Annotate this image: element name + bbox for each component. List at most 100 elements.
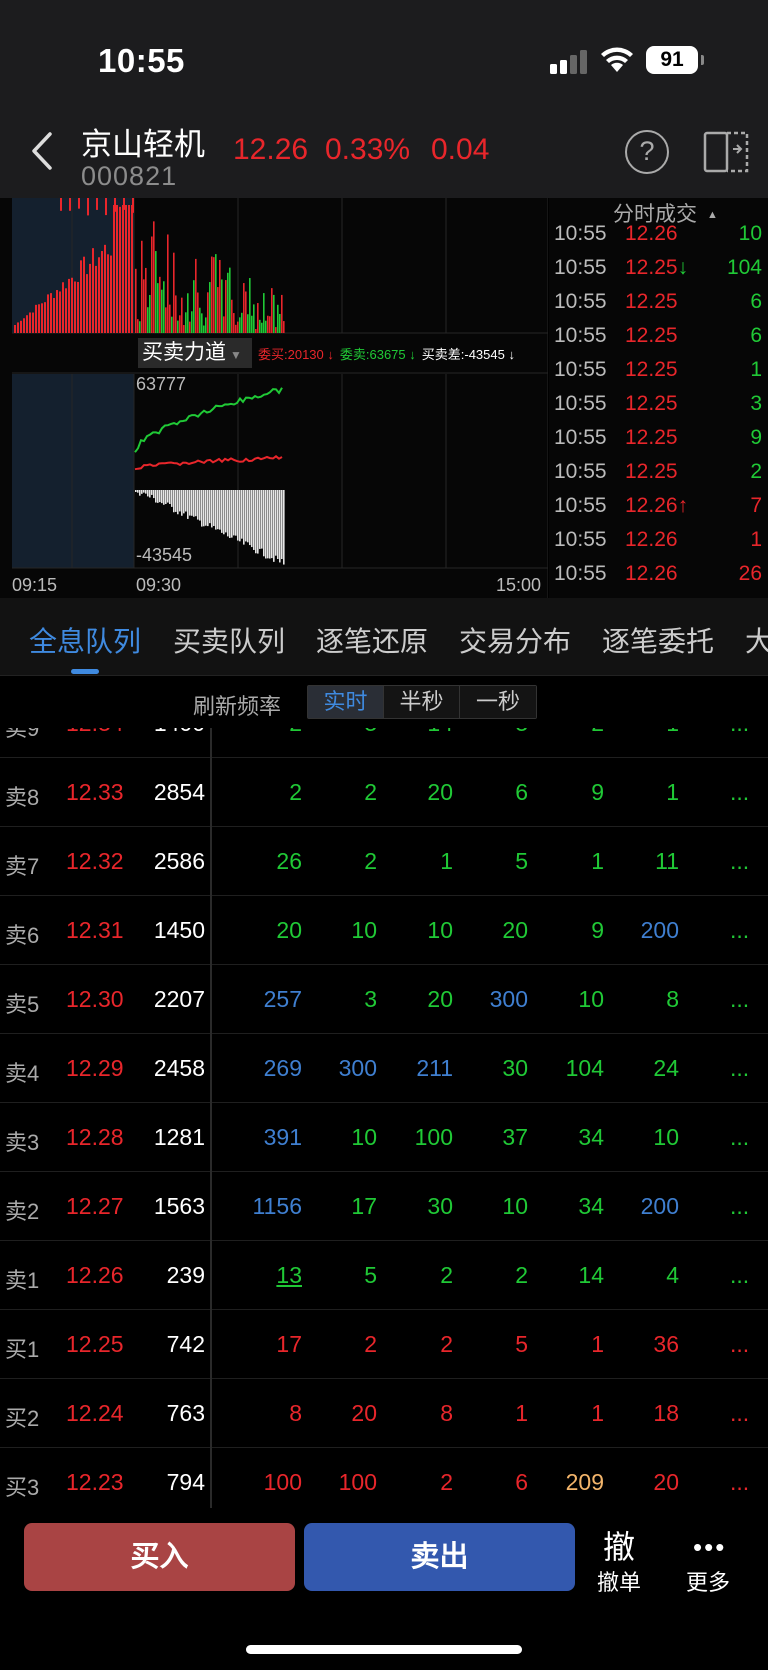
queue-order-size[interactable]: 2	[393, 1262, 453, 1289]
queue-order-size[interactable]: 8	[393, 1400, 453, 1427]
queue-order-size[interactable]: 100	[317, 1469, 377, 1496]
queue-order-size[interactable]: 26	[242, 848, 302, 875]
queue-order-size[interactable]: 10	[393, 917, 453, 944]
help-icon[interactable]: ?	[625, 130, 669, 174]
queue-order-size[interactable]: 24	[619, 1055, 679, 1082]
refresh-half-second-option[interactable]: 半秒	[384, 686, 460, 718]
queue-order-size[interactable]: 104	[544, 1055, 604, 1082]
queue-more-indicator[interactable]: ...	[730, 1055, 749, 1082]
queue-order-size[interactable]: 1	[619, 779, 679, 806]
tab-tick-orders[interactable]: 逐笔委托	[602, 620, 714, 660]
queue-row[interactable]: 卖7 12.32 2586 26 2 1 5 1 11...	[0, 827, 768, 896]
queue-order-size[interactable]: 9	[544, 917, 604, 944]
queue-order-size[interactable]: 5	[468, 848, 528, 875]
queue-order-size[interactable]: 18	[619, 1400, 679, 1427]
queue-order-size[interactable]: 2	[242, 728, 302, 737]
queue-more-indicator[interactable]: ...	[730, 1262, 749, 1289]
queue-more-indicator[interactable]: ...	[730, 917, 749, 944]
queue-row[interactable]: 卖4 12.29 2458 269 300 211 30 104 24...	[0, 1034, 768, 1103]
queue-order-size[interactable]: 20	[619, 1469, 679, 1496]
queue-order-size[interactable]: 30	[393, 1193, 453, 1220]
queue-row[interactable]: 买1 12.25 742 17 2 2 5 1 36...	[0, 1310, 768, 1379]
queue-order-size[interactable]: 30	[468, 1055, 528, 1082]
queue-order-size[interactable]: 8	[619, 986, 679, 1013]
queue-more-indicator[interactable]: ...	[730, 1469, 749, 1496]
tab-trade-distribution[interactable]: 交易分布	[459, 620, 571, 660]
queue-order-size[interactable]: 2	[393, 1331, 453, 1358]
more-label[interactable]: 更多	[686, 1565, 730, 1597]
intraday-chart[interactable]: 买卖力道 ▼ 委买:20130 ↓ 委卖:63675 ↓ 买卖差:-43545 ↓ 6…	[0, 198, 548, 598]
refresh-one-second-option[interactable]: 一秒	[460, 686, 536, 718]
queue-order-size[interactable]: 8	[242, 1400, 302, 1427]
queue-row[interactable]: 卖2 12.27 1563 1156 17 30 10 34 200...	[0, 1172, 768, 1241]
queue-order-size[interactable]: 5	[317, 1262, 377, 1289]
queue-order-size[interactable]: 3	[317, 728, 377, 737]
queue-order-size[interactable]: 1	[468, 1400, 528, 1427]
queue-order-size[interactable]: 36	[619, 1331, 679, 1358]
queue-more-indicator[interactable]: ...	[730, 986, 749, 1013]
queue-order-size[interactable]: 20	[393, 779, 453, 806]
queue-order-size[interactable]: 2	[317, 1331, 377, 1358]
queue-order-size[interactable]: 20	[242, 917, 302, 944]
buy-button[interactable]: 买入	[24, 1523, 295, 1591]
queue-order-size[interactable]: 211	[393, 1055, 453, 1082]
cancel-order-label[interactable]: 撤单	[597, 1565, 641, 1597]
queue-order-size[interactable]: 100	[393, 1124, 453, 1151]
queue-order-size[interactable]: 209	[544, 1469, 604, 1496]
queue-more-indicator[interactable]: ...	[730, 1124, 749, 1151]
queue-order-size[interactable]: 13	[242, 1262, 302, 1289]
queue-more-indicator[interactable]: ...	[730, 1400, 749, 1427]
queue-order-size[interactable]: 3	[317, 986, 377, 1013]
queue-order-size[interactable]: 269	[242, 1055, 302, 1082]
queue-row[interactable]: 买2 12.24 763 8 20 8 1 1 18...	[0, 1379, 768, 1448]
back-arrow-icon[interactable]	[30, 131, 54, 171]
queue-more-indicator[interactable]: ...	[730, 1193, 749, 1220]
queue-order-size[interactable]: 200	[619, 917, 679, 944]
queue-order-size[interactable]: 10	[544, 986, 604, 1013]
queue-more-indicator[interactable]: ...	[730, 1331, 749, 1358]
queue-order-size[interactable]: 2	[317, 848, 377, 875]
queue-order-size[interactable]: 34	[544, 1124, 604, 1151]
tab-full-queue[interactable]: 全息队列	[29, 620, 141, 660]
queue-order-size[interactable]: 2	[468, 1262, 528, 1289]
queue-order-size[interactable]: 4	[619, 1262, 679, 1289]
tab-tick-restore[interactable]: 逐笔还原	[316, 620, 428, 660]
queue-order-size[interactable]: 11	[619, 848, 679, 875]
tab-more-partial[interactable]: 大	[745, 620, 768, 660]
refresh-realtime-option[interactable]: 实时	[308, 686, 384, 718]
queue-order-size[interactable]: 1	[619, 728, 679, 737]
queue-order-size[interactable]: 37	[468, 1124, 528, 1151]
more-dots-icon[interactable]: •••	[693, 1532, 726, 1563]
queue-order-size[interactable]: 9	[544, 779, 604, 806]
order-queue-table[interactable]: 卖912.3414002314321...卖812.3328542220691.…	[0, 728, 768, 1508]
queue-order-size[interactable]: 300	[468, 986, 528, 1013]
sell-button[interactable]: 卖出	[304, 1523, 575, 1591]
queue-order-size[interactable]: 10	[619, 1124, 679, 1151]
queue-order-size[interactable]: 20	[317, 1400, 377, 1427]
queue-order-size[interactable]: 2	[544, 728, 604, 737]
queue-order-size[interactable]: 257	[242, 986, 302, 1013]
queue-order-size[interactable]: 5	[468, 1331, 528, 1358]
queue-row[interactable]: 卖9 12.34 1400 2 3 14 3 2 1...	[0, 728, 768, 758]
queue-order-size[interactable]: 1	[393, 848, 453, 875]
queue-row[interactable]: 买3 12.23 794 100 100 2 6 209 20...	[0, 1448, 768, 1508]
queue-order-size[interactable]: 2	[393, 1469, 453, 1496]
queue-order-size[interactable]: 20	[393, 986, 453, 1013]
cancel-order-icon[interactable]: 撤	[603, 1522, 635, 1568]
queue-order-size[interactable]: 200	[619, 1193, 679, 1220]
queue-row[interactable]: 卖8 12.33 2854 2 2 20 6 9 1...	[0, 758, 768, 827]
queue-order-size[interactable]: 3	[468, 728, 528, 737]
queue-order-size[interactable]: 20	[468, 917, 528, 944]
queue-more-indicator[interactable]: ...	[730, 779, 749, 806]
queue-order-size[interactable]: 17	[242, 1331, 302, 1358]
queue-order-size[interactable]: 100	[242, 1469, 302, 1496]
indicator-selector[interactable]: 买卖力道 ▼	[138, 338, 252, 368]
layout-switch-icon[interactable]	[703, 129, 751, 173]
queue-order-size[interactable]: 1	[544, 1331, 604, 1358]
queue-order-size[interactable]: 10	[317, 917, 377, 944]
queue-order-size[interactable]: 1156	[242, 1193, 302, 1220]
queue-row[interactable]: 卖6 12.31 1450 20 10 10 20 9 200...	[0, 896, 768, 965]
queue-order-size[interactable]: 34	[544, 1193, 604, 1220]
queue-order-size[interactable]: 6	[468, 1469, 528, 1496]
queue-order-size[interactable]: 391	[242, 1124, 302, 1151]
